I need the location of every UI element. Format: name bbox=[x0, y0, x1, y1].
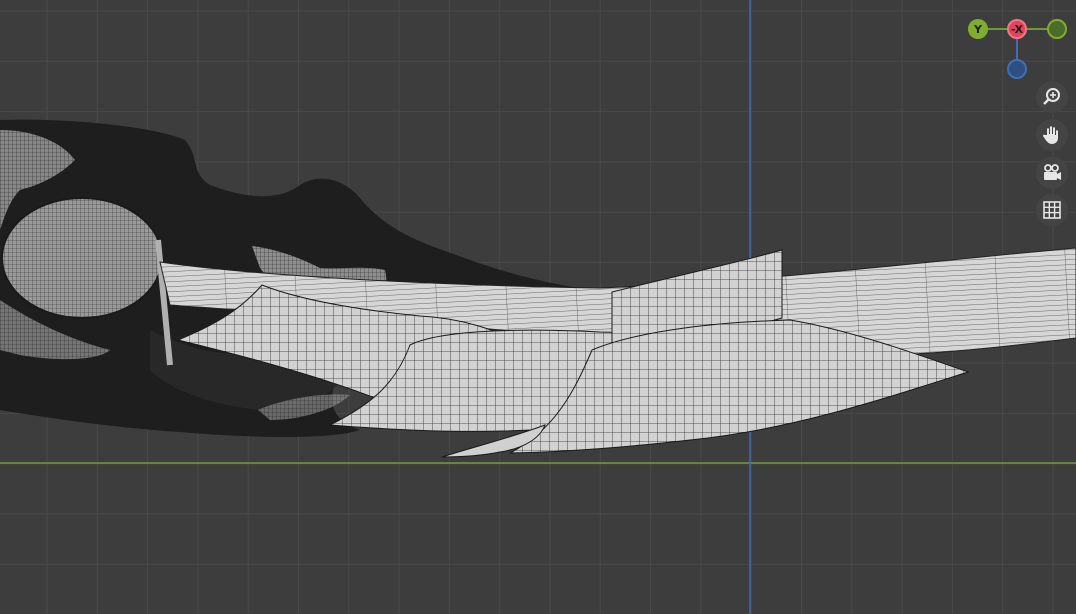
grid-view-button[interactable] bbox=[1036, 194, 1068, 226]
gizmo-neg-x-axis[interactable]: -X bbox=[1007, 19, 1027, 39]
zoom-icon bbox=[1043, 88, 1060, 105]
grid-icon bbox=[1043, 201, 1061, 219]
viewport-scene bbox=[0, 0, 1076, 614]
pan-hand-icon bbox=[1043, 126, 1058, 144]
gizmo-neg-y-axis[interactable] bbox=[1047, 19, 1067, 39]
pan-button[interactable] bbox=[1036, 119, 1068, 151]
skull-eye-sphere[interactable] bbox=[1, 197, 163, 319]
zoom-button[interactable] bbox=[1036, 81, 1068, 113]
gizmo-neg-z-axis[interactable] bbox=[1007, 59, 1027, 79]
gizmo-y-axis[interactable]: Y bbox=[968, 19, 988, 39]
3d-viewport[interactable]: Y -X bbox=[0, 0, 1076, 614]
camera-view-button[interactable] bbox=[1036, 157, 1068, 189]
camera-icon bbox=[1044, 164, 1061, 180]
